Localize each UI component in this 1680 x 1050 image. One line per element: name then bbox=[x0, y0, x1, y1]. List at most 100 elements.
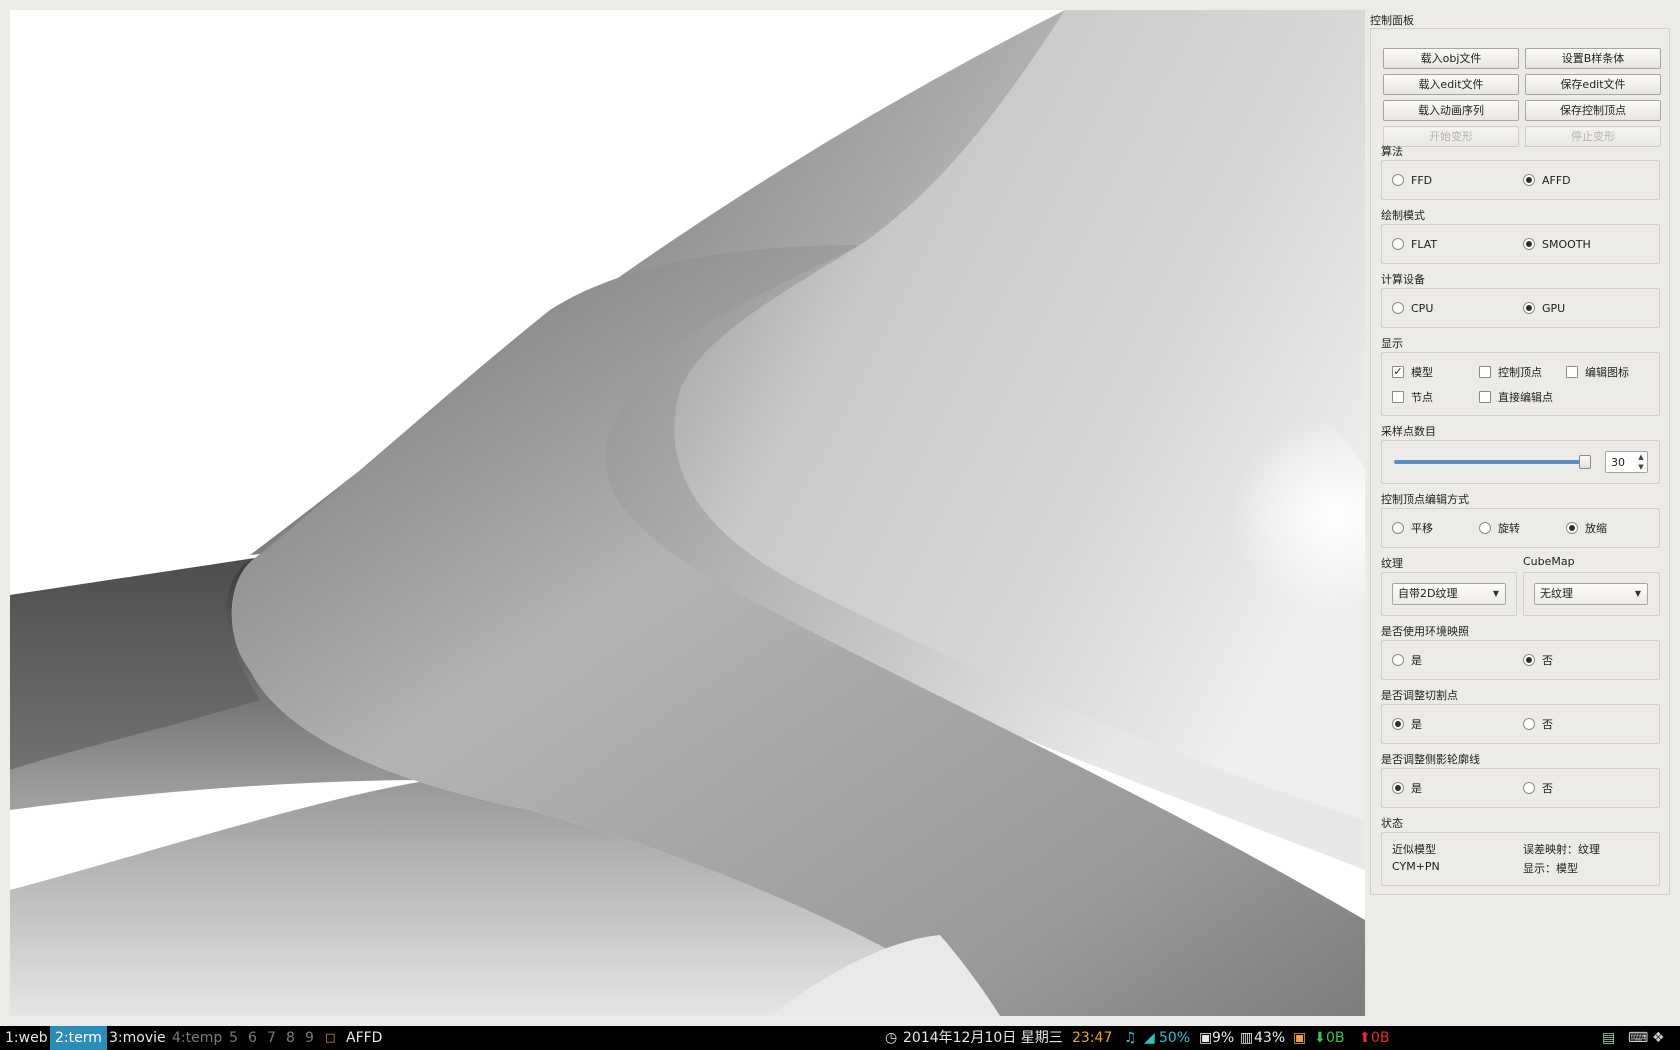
window-title[interactable]: AFFD bbox=[346, 1026, 382, 1050]
radio-smooth[interactable]: SMOOTH bbox=[1523, 236, 1591, 252]
algorithm-group: FFD AFFD bbox=[1381, 160, 1660, 200]
radio-indicator bbox=[1392, 174, 1404, 186]
texture-group: 自带2D纹理 ▼ bbox=[1381, 572, 1517, 616]
cpu-icon: ▣ bbox=[1199, 1030, 1213, 1046]
samples-title: 采样点数目 bbox=[1381, 425, 1436, 438]
draw-mode-group: FLAT SMOOTH bbox=[1381, 224, 1660, 264]
checkbox-direct-edit-points[interactable]: 直接编辑点 bbox=[1479, 389, 1553, 405]
memory-text: 43% bbox=[1254, 1030, 1286, 1046]
radio-scale[interactable]: 放缩 bbox=[1566, 520, 1607, 536]
cubemap-select[interactable]: 无纹理 ▼ bbox=[1534, 583, 1648, 605]
volume-icon[interactable]: ◢ bbox=[1144, 1026, 1155, 1050]
texture-select[interactable]: 自带2D纹理 ▼ bbox=[1392, 583, 1506, 605]
radio-indicator bbox=[1392, 718, 1404, 730]
checkbox-indicator bbox=[1566, 366, 1578, 378]
memory-icon: ▥ bbox=[1240, 1030, 1254, 1046]
edit-mode-title: 控制顶点编辑方式 bbox=[1381, 493, 1469, 506]
load-obj-button[interactable]: 载入obj文件 bbox=[1383, 48, 1519, 69]
checkbox-indicator bbox=[1392, 391, 1404, 403]
radio-silhouette-yes[interactable]: 是 bbox=[1392, 780, 1422, 796]
cubemap-title: CubeMap bbox=[1523, 555, 1575, 568]
silhouette-group: 是 否 bbox=[1381, 768, 1660, 808]
status-display: 显示：模型 bbox=[1523, 862, 1578, 875]
upload-text: 0B bbox=[1371, 1030, 1390, 1046]
samples-slider-track[interactable] bbox=[1394, 460, 1584, 464]
radio-indicator bbox=[1523, 238, 1535, 250]
set-bspline-button[interactable]: 设置B样条体 bbox=[1525, 48, 1661, 69]
radio-indicator bbox=[1392, 654, 1404, 666]
workspace-1[interactable]: 1:web bbox=[0, 1026, 53, 1050]
radio-translate[interactable]: 平移 bbox=[1392, 520, 1433, 536]
cut-points-title: 是否调整切割点 bbox=[1381, 689, 1458, 702]
radio-silhouette-no[interactable]: 否 bbox=[1523, 780, 1553, 796]
checkmark-icon: ✓ bbox=[1392, 365, 1404, 378]
radio-ffd[interactable]: FFD bbox=[1392, 172, 1432, 188]
radio-gpu[interactable]: GPU bbox=[1523, 300, 1565, 316]
workspace-3[interactable]: 3:movie bbox=[104, 1026, 171, 1050]
texture-title: 纹理 bbox=[1381, 557, 1403, 570]
radio-rotate[interactable]: 旋转 bbox=[1479, 520, 1520, 536]
cut-points-group: 是 否 bbox=[1381, 704, 1660, 744]
load-animation-button[interactable]: 载入动画序列 bbox=[1383, 100, 1519, 121]
workspace-8[interactable]: 8 bbox=[281, 1026, 300, 1050]
samples-spinbox[interactable]: 30 ▲ ▼ bbox=[1605, 451, 1648, 473]
deformed-model-render bbox=[10, 10, 1365, 1016]
status-group: 近似模型 误差映射：纹理 CYM+PN 显示：模型 bbox=[1381, 832, 1660, 886]
workspace-9[interactable]: 9 bbox=[300, 1026, 319, 1050]
start-deform-button[interactable]: 开始变形 bbox=[1383, 126, 1519, 147]
workspace-2[interactable]: 2:term bbox=[50, 1026, 107, 1050]
workspace-7[interactable]: 7 bbox=[262, 1026, 281, 1050]
radio-indicator bbox=[1479, 522, 1491, 534]
radio-env-no[interactable]: 否 bbox=[1523, 652, 1553, 668]
clock-icon: ◷ bbox=[885, 1030, 898, 1046]
cubemap-group: 无纹理 ▼ bbox=[1523, 572, 1660, 616]
tray-chat-icon[interactable]: ▤ bbox=[1602, 1026, 1615, 1050]
algorithm-title: 算法 bbox=[1381, 145, 1403, 158]
radio-cut-yes[interactable]: 是 bbox=[1392, 716, 1422, 732]
tray-dropbox-icon[interactable]: ❖ bbox=[1652, 1026, 1665, 1050]
checkbox-nodes[interactable]: 节点 bbox=[1392, 389, 1433, 405]
silhouette-title: 是否调整侧影轮廓线 bbox=[1381, 753, 1480, 766]
radio-cut-no[interactable]: 否 bbox=[1523, 716, 1553, 732]
cpu-text: 9% bbox=[1212, 1030, 1235, 1046]
spin-arrows-icon[interactable]: ▲ ▼ bbox=[1635, 452, 1647, 472]
stop-deform-button[interactable]: 停止变形 bbox=[1525, 126, 1661, 147]
radio-indicator bbox=[1523, 718, 1535, 730]
checkbox-model[interactable]: ✓ 模型 bbox=[1392, 364, 1433, 380]
checkbox-indicator bbox=[1479, 391, 1491, 403]
download-text: 0B bbox=[1326, 1030, 1345, 1046]
radio-indicator bbox=[1392, 238, 1404, 250]
dropdown-arrow-icon: ▼ bbox=[1634, 589, 1641, 598]
draw-mode-title: 绘制模式 bbox=[1381, 209, 1425, 222]
workspace-6[interactable]: 6 bbox=[243, 1026, 262, 1050]
radio-affd[interactable]: AFFD bbox=[1523, 172, 1571, 188]
radio-cpu[interactable]: CPU bbox=[1392, 300, 1433, 316]
date-text: 2014年12月10日 星期三 bbox=[903, 1030, 1063, 1046]
workspace-5[interactable]: 5 bbox=[224, 1026, 243, 1050]
control-panel: 控制面板 载入obj文件 设置B样条体 载入edit文件 保存edit文件 载入… bbox=[1370, 10, 1670, 1016]
env-map-title: 是否使用环境映照 bbox=[1381, 625, 1469, 638]
checkbox-control-points[interactable]: 控制顶点 bbox=[1479, 364, 1542, 380]
time-text: 23:47 bbox=[1072, 1030, 1113, 1046]
radio-indicator bbox=[1392, 782, 1404, 794]
dropdown-arrow-icon: ▼ bbox=[1492, 589, 1499, 598]
samples-slider-handle[interactable] bbox=[1579, 455, 1591, 469]
radio-env-yes[interactable]: 是 bbox=[1392, 652, 1422, 668]
compute-device-group: CPU GPU bbox=[1381, 288, 1660, 328]
load-edit-button[interactable]: 载入edit文件 bbox=[1383, 74, 1519, 95]
save-edit-button[interactable]: 保存edit文件 bbox=[1525, 74, 1661, 95]
save-control-points-button[interactable]: 保存控制顶点 bbox=[1525, 100, 1661, 121]
music-icon[interactable]: ♫ bbox=[1124, 1026, 1137, 1050]
tray-keyboard-icon[interactable]: ⌨ bbox=[1628, 1026, 1648, 1050]
radio-flat[interactable]: FLAT bbox=[1392, 236, 1437, 252]
radio-indicator bbox=[1523, 174, 1535, 186]
radio-indicator bbox=[1523, 654, 1535, 666]
checkbox-edit-icons[interactable]: 编辑图标 bbox=[1566, 364, 1629, 380]
checkbox-indicator bbox=[1479, 366, 1491, 378]
3d-viewport[interactable] bbox=[10, 10, 1365, 1016]
edit-mode-group: 平移 旋转 放缩 bbox=[1381, 508, 1660, 548]
status-method: CYM+PN bbox=[1392, 860, 1440, 873]
display-title: 显示 bbox=[1381, 337, 1403, 350]
status-approx-model: 近似模型 bbox=[1392, 843, 1436, 856]
workspace-4[interactable]: 4:temp bbox=[167, 1026, 227, 1050]
